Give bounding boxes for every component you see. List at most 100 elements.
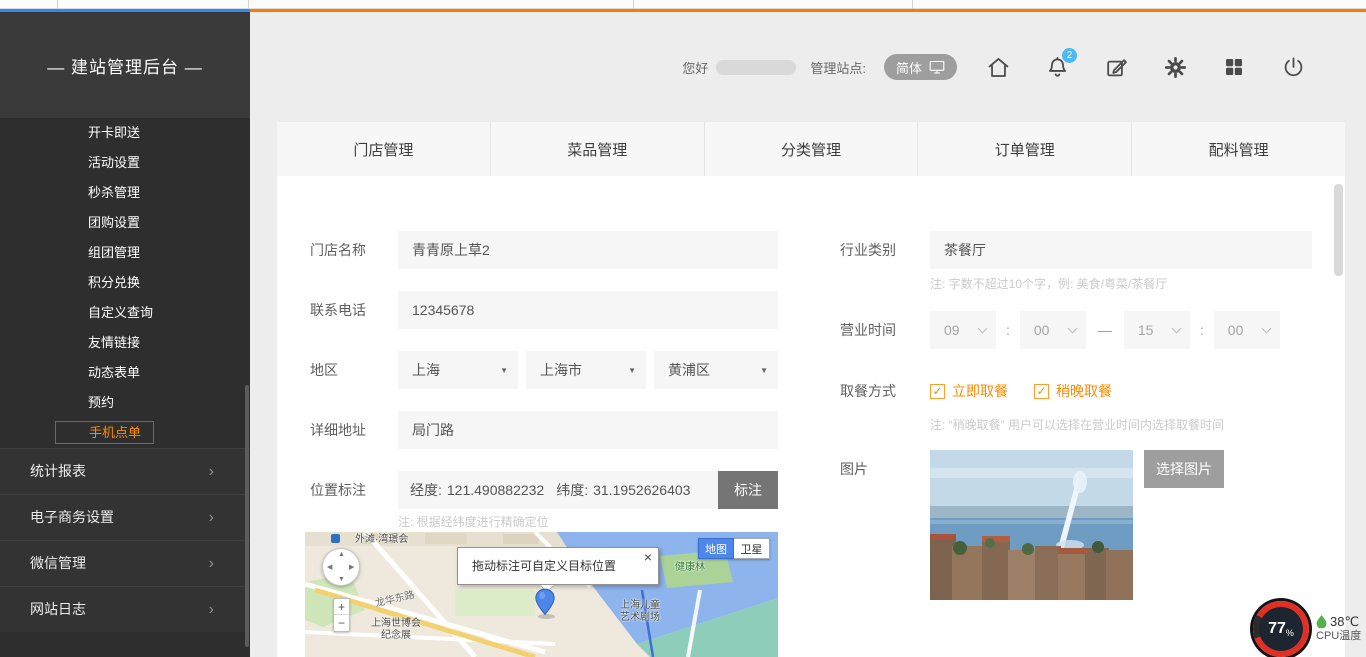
pickup-now-checkbox[interactable]: ✓	[930, 384, 945, 399]
chevron-right-icon: ›	[209, 541, 214, 586]
sidebar-section-wechat[interactable]: 微信管理 ›	[0, 540, 250, 586]
zoom-out-button[interactable]: −	[334, 615, 349, 631]
start-minute-select[interactable]: 00	[1020, 311, 1086, 349]
choose-image-button[interactable]: 选择图片	[1144, 450, 1224, 488]
sidebar-title: — 建站管理后台 —	[0, 12, 250, 118]
phone-label: 联系电话	[310, 291, 366, 329]
map-type-map-button[interactable]: 地图	[698, 538, 734, 559]
content-scrollbar[interactable]	[1334, 184, 1343, 276]
pickup-method-label: 取餐方式	[840, 372, 896, 410]
caret-down-icon: ▼	[760, 366, 768, 375]
tab-dish-management[interactable]: 菜品管理	[491, 122, 705, 176]
tooltip-close-icon[interactable]: ×	[644, 550, 652, 564]
start-hour-select[interactable]: 09	[930, 311, 996, 349]
business-hours-label: 营业时间	[840, 311, 896, 349]
store-photo	[930, 450, 1133, 600]
district-select[interactable]: 黄浦区▼	[654, 351, 778, 389]
main-content: 门店名称 青青原上草2 联系电话 12345678 地区 上海▼ 上海市▼ 黄浦…	[277, 176, 1345, 657]
location-label: 位置标注	[310, 471, 366, 509]
sidebar-item[interactable]: 秒杀管理	[0, 178, 250, 208]
coordinates-input[interactable]: 经度: 121.490882232 纬度: 31.1952626403	[398, 471, 718, 509]
language-button[interactable]: 简体	[884, 54, 957, 80]
chevron-right-icon: ›	[209, 587, 214, 632]
map-pan-control[interactable]: ▲ ▼ ◀ ▶	[322, 548, 360, 586]
topbar: 您好 管理站点: 简体 2	[250, 12, 1366, 122]
sidebar-item[interactable]: 组团管理	[0, 238, 250, 268]
map-label-park: 健康林	[675, 562, 705, 574]
sidebar-item[interactable]: 自定义查询	[0, 298, 250, 328]
notifications-bell-icon[interactable]: 2	[1044, 54, 1070, 80]
map-label-expo: 上海世博会纪念展	[357, 618, 435, 642]
pickup-later-checkbox[interactable]: ✓	[1034, 384, 1049, 399]
photo-label: 图片	[840, 450, 868, 488]
tab-store-management[interactable]: 门店管理	[277, 122, 491, 176]
cpu-percent: 77	[1268, 620, 1286, 638]
pickup-options-row: ✓ 立即取餐 ✓ 稍晚取餐	[930, 372, 1112, 410]
caret-down-icon: ▼	[500, 366, 508, 375]
chevron-down-icon	[1261, 324, 1271, 334]
map-type-satellite-button[interactable]: 卫星	[734, 538, 770, 559]
home-icon[interactable]	[985, 54, 1011, 80]
pan-up-icon: ▲	[338, 551, 345, 558]
store-name-input[interactable]: 青青原上草2	[398, 231, 778, 269]
power-icon[interactable]	[1280, 54, 1306, 80]
industry-note: 注: 字数不超过10个字，例: 美食/粤菜/茶餐厅	[930, 275, 1167, 292]
chevron-down-icon	[1067, 324, 1077, 334]
map-marker-pin[interactable]	[534, 588, 556, 621]
pickup-later-label[interactable]: 稍晚取餐	[1056, 381, 1112, 401]
browser-chrome-strip	[0, 0, 1366, 9]
sidebar: — 建站管理后台 — 开卡即送 活动设置 秒杀管理 团购设置 组团管理 积分兑换…	[0, 12, 250, 657]
industry-input[interactable]: 茶餐厅	[930, 231, 1312, 269]
sidebar-item[interactable]: 团购设置	[0, 208, 250, 238]
sidebar-section-ecommerce[interactable]: 电子商务设置 ›	[0, 494, 250, 540]
eco-leaf-icon	[1316, 615, 1327, 628]
end-minute-select[interactable]: 00	[1214, 311, 1280, 349]
cpu-temperature-label: CPU温度	[1316, 629, 1361, 644]
mark-location-button[interactable]: 标注	[718, 471, 778, 509]
pickup-note: 注: “稍晚取餐” 用户可以选择在营业时间内选择取餐时间	[930, 416, 1224, 433]
phone-input[interactable]: 12345678	[398, 291, 778, 329]
sidebar-menu: 开卡即送 活动设置 秒杀管理 团购设置 组团管理 积分兑换 自定义查询 友情链接…	[0, 118, 250, 448]
notification-badge: 2	[1062, 48, 1077, 63]
cpu-temperature: 38℃	[1330, 614, 1359, 629]
tab-category-management[interactable]: 分类管理	[705, 122, 919, 176]
province-select[interactable]: 上海▼	[398, 351, 518, 389]
sidebar-item[interactable]: 动态表单	[0, 358, 250, 388]
tab-order-management[interactable]: 订单管理	[918, 122, 1132, 176]
sidebar-item[interactable]: 开卡即送	[0, 118, 250, 148]
map-label-bund: 外滩·湾璟会	[355, 534, 408, 546]
cpu-gauge-widget: 77% 38℃ CPU温度	[1253, 601, 1361, 657]
greeting-text: 您好	[682, 58, 708, 77]
apps-grid-icon[interactable]	[1221, 54, 1247, 80]
end-hour-select[interactable]: 15	[1124, 311, 1190, 349]
city-select[interactable]: 上海市▼	[526, 351, 646, 389]
chevron-right-icon: ›	[209, 495, 214, 540]
tab-ingredient-management[interactable]: 配料管理	[1132, 122, 1345, 176]
pan-right-icon: ▶	[349, 563, 354, 571]
manage-site-label: 管理站点:	[810, 58, 866, 77]
compose-edit-icon[interactable]	[1103, 54, 1129, 80]
sidebar-item[interactable]: 活动设置	[0, 148, 250, 178]
map-marker-tooltip: 拖动标注可自定义目标位置 ×	[457, 547, 659, 585]
sidebar-item[interactable]: 友情链接	[0, 328, 250, 358]
pickup-now-label[interactable]: 立即取餐	[952, 381, 1008, 401]
sidebar-section-logs[interactable]: 网站日志 ›	[0, 586, 250, 632]
pan-left-icon: ◀	[327, 563, 332, 571]
sidebar-item[interactable]: 预约	[0, 388, 250, 418]
chevron-right-icon: ›	[209, 449, 214, 494]
sidebar-section-reports[interactable]: 统计报表 ›	[0, 448, 250, 494]
sidebar-scrollbar[interactable]	[245, 385, 249, 647]
sidebar-item[interactable]: 积分兑换	[0, 268, 250, 298]
map-zoom-control: + −	[333, 598, 350, 632]
chevron-down-icon	[1171, 324, 1181, 334]
monitor-icon	[929, 60, 945, 75]
zoom-in-button[interactable]: +	[334, 599, 349, 615]
sidebar-item-active[interactable]: 手机点单	[0, 418, 250, 448]
username-redacted	[716, 60, 796, 75]
region-label: 地区	[310, 351, 338, 389]
address-input[interactable]: 局门路	[398, 411, 778, 449]
map-canvas[interactable]: 外滩·湾璟会 龙华东路 上海世博会纪念展 上海儿童艺术剧场 健康林 ▲ ▼ ◀ …	[305, 532, 778, 657]
settings-gear-icon[interactable]	[1162, 54, 1188, 80]
address-label: 详细地址	[310, 411, 366, 449]
caret-down-icon: ▼	[628, 366, 636, 375]
